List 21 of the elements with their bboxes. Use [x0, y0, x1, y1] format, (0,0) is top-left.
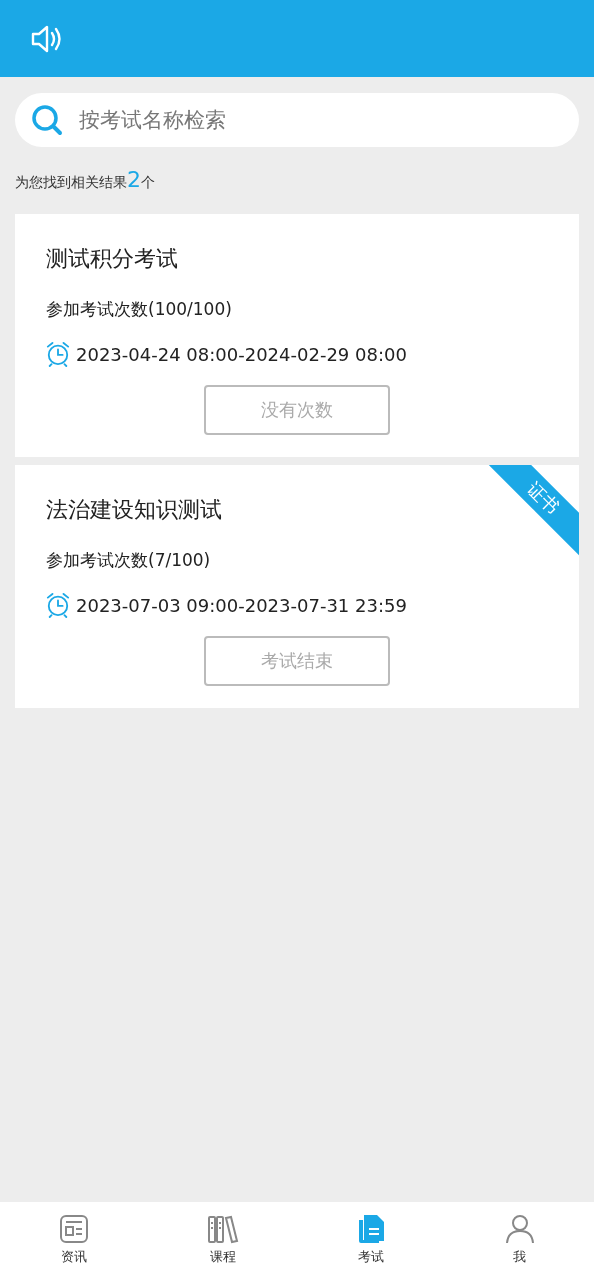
document-icon [356, 1214, 387, 1244]
nav-tab[interactable]: 考试 [297, 1202, 446, 1280]
exam-title: 测试积分考试 [46, 245, 179, 273]
exam-period: 2023-07-03 09:00-2023-07-31 23:59 [76, 594, 407, 616]
nav-tab[interactable]: 我 [445, 1202, 594, 1280]
speaker-icon[interactable] [30, 23, 62, 54]
exam-title: 法治建设知识测试 [46, 496, 223, 524]
attempts-text: 参加考试次数(100/100) [46, 298, 233, 321]
exam-period: 2023-04-24 08:00-2024-02-29 08:00 [76, 343, 407, 365]
alarm-clock-icon [46, 341, 70, 367]
nav-tab[interactable]: 资讯 [0, 1202, 149, 1280]
search-field[interactable]: 按考试名称检索 [77, 107, 579, 133]
newspaper-icon [59, 1214, 90, 1244]
search-icon [31, 104, 63, 136]
result-count-text: 为您找到相关结果2个 [15, 167, 156, 192]
user-icon [504, 1214, 535, 1244]
nav-tab[interactable]: 课程 [148, 1202, 297, 1280]
search-bar[interactable]: 按考试名称检索 [15, 93, 579, 147]
attempts-text: 参加考试次数(7/100) [46, 549, 212, 572]
alarm-clock-icon [46, 592, 70, 618]
books-icon [206, 1214, 239, 1244]
